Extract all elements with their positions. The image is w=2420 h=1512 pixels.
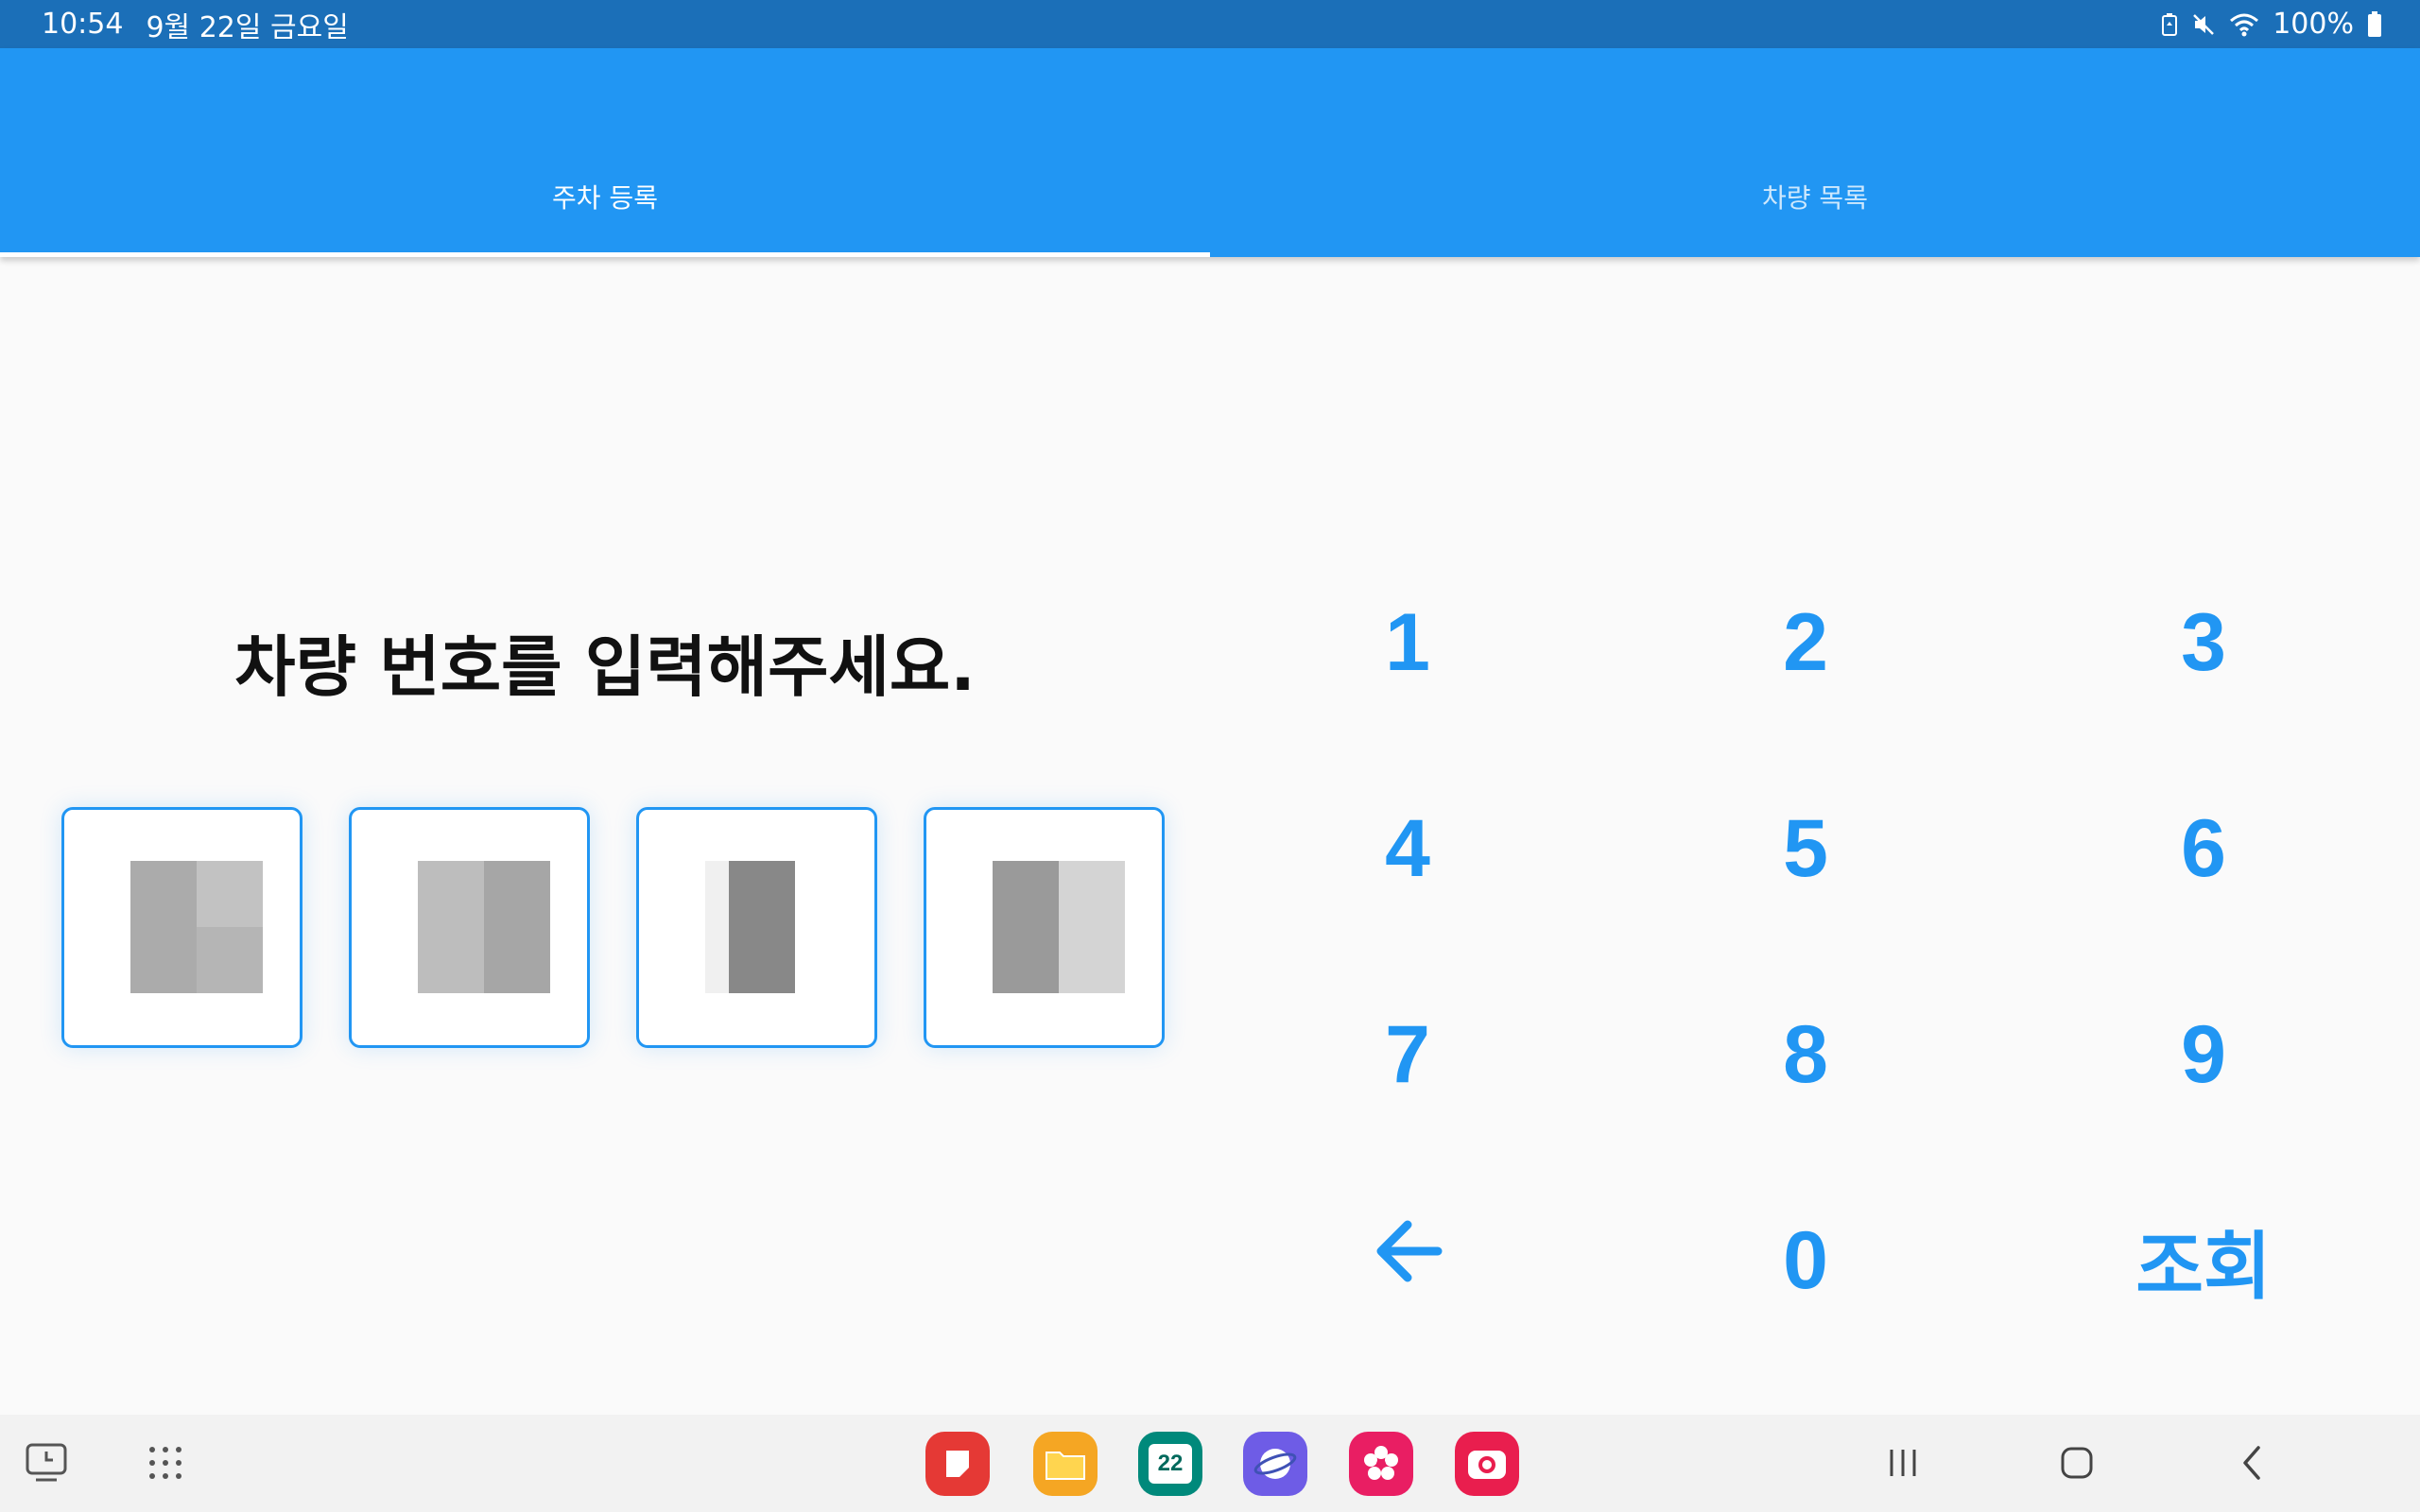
app-grid-icon[interactable] <box>134 1432 197 1494</box>
key-0[interactable]: 0 <box>1673 1194 1938 1327</box>
backspace-key[interactable] <box>1275 1194 1540 1327</box>
digit-redacted <box>729 861 795 993</box>
battery-saver-icon <box>2161 12 2178 37</box>
flower-app-icon[interactable] <box>1349 1432 1413 1496</box>
tab-indicator <box>0 252 1210 257</box>
key-9[interactable]: 9 <box>2071 988 2336 1121</box>
files-app-icon[interactable] <box>1033 1432 1098 1496</box>
tab-label: 차량 목록 <box>1762 182 1868 214</box>
digit-box-2[interactable] <box>349 807 590 1048</box>
key-5[interactable]: 5 <box>1673 782 1938 915</box>
status-bar: 10:54 9월 22일 금요일 100% <box>0 0 2420 48</box>
key-8[interactable]: 8 <box>1673 988 1938 1121</box>
digit-redacted <box>993 861 1059 993</box>
digit-redacted <box>418 861 484 993</box>
key-4[interactable]: 4 <box>1275 782 1540 915</box>
battery-percent: 100% <box>2273 8 2354 41</box>
digit-box-4[interactable] <box>924 807 1165 1048</box>
digit-redacted <box>1059 861 1125 993</box>
internet-app-icon[interactable] <box>1243 1432 1307 1496</box>
battery-icon <box>2367 10 2382 38</box>
tab-parking-register[interactable]: 주차 등록 <box>0 48 1210 257</box>
key-7[interactable]: 7 <box>1275 988 1540 1121</box>
digit-redacted <box>130 861 197 993</box>
digit-box-3[interactable] <box>636 807 877 1048</box>
digit-box-1[interactable] <box>61 807 302 1048</box>
camera-app-icon[interactable] <box>1455 1432 1519 1496</box>
digit-redacted <box>484 861 550 993</box>
navigation-bar: 22 <box>0 1415 2420 1512</box>
tab-label: 주차 등록 <box>552 182 658 214</box>
search-button[interactable]: 조회 <box>2071 1194 2336 1327</box>
arrow-left-icon <box>1370 1213 1445 1309</box>
notes-app-icon[interactable] <box>925 1432 990 1496</box>
recent-screen-icon[interactable] <box>15 1432 78 1494</box>
home-button[interactable] <box>2046 1432 2108 1494</box>
calendar-date: 22 <box>1149 1444 1192 1484</box>
key-1[interactable]: 1 <box>1275 576 1540 709</box>
back-button[interactable] <box>2221 1432 2284 1494</box>
recents-button[interactable] <box>1872 1432 1934 1494</box>
status-date: 9월 22일 금요일 <box>146 10 349 44</box>
input-prompt: 차량 번호를 입력해주세요. <box>234 628 976 706</box>
key-3[interactable]: 3 <box>2071 576 2336 709</box>
tab-vehicle-list[interactable]: 차량 목록 <box>1210 48 2420 257</box>
key-6[interactable]: 6 <box>2071 782 2336 915</box>
tab-bar: 주차 등록 차량 목록 <box>0 48 2420 257</box>
status-left: 10:54 9월 22일 금요일 <box>42 0 349 48</box>
status-time: 10:54 <box>42 8 124 41</box>
digit-redacted <box>197 861 263 927</box>
calendar-app-icon[interactable]: 22 <box>1138 1432 1202 1496</box>
wifi-icon <box>2229 12 2259 37</box>
digit-redacted <box>197 927 263 993</box>
status-right: 100% <box>2161 0 2382 48</box>
key-2[interactable]: 2 <box>1673 576 1938 709</box>
mute-icon <box>2191 12 2216 37</box>
